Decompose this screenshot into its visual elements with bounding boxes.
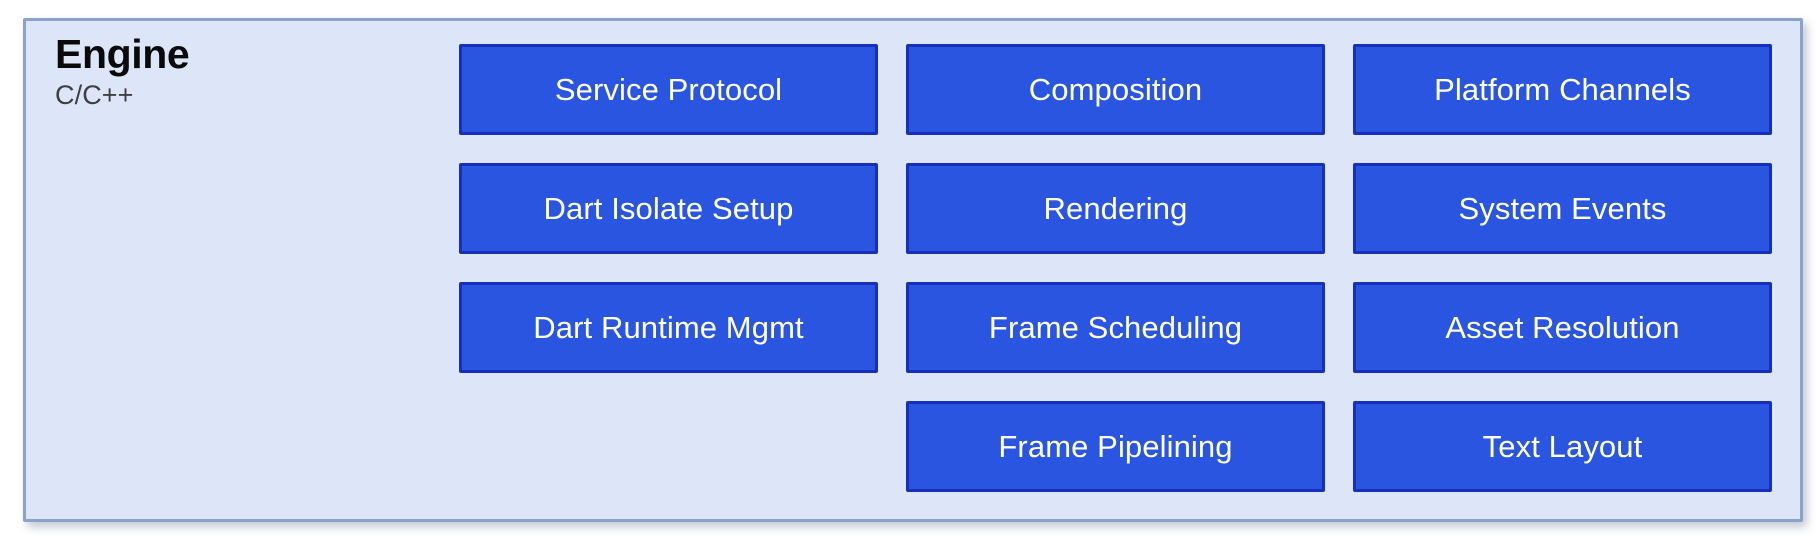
module-box-rendering[interactable]: Rendering [906,163,1325,254]
module-box-system-events[interactable]: System Events [1353,163,1772,254]
diagram-root: Engine C/C++ Service Protocol Dart Isola… [0,0,1816,542]
module-column-2: Composition Rendering Frame Scheduling F… [906,44,1325,492]
module-column-1: Service Protocol Dart Isolate Setup Dart… [459,44,878,492]
module-box-asset-resolution[interactable]: Asset Resolution [1353,282,1772,373]
module-box-platform-channels[interactable]: Platform Channels [1353,44,1772,135]
panel-title: Engine [55,31,190,77]
module-box-frame-pipelining[interactable]: Frame Pipelining [906,401,1325,492]
module-box-text-layout[interactable]: Text Layout [1353,401,1772,492]
engine-label-group: Engine C/C++ [55,33,435,111]
module-box-composition[interactable]: Composition [906,44,1325,135]
panel-subtitle: C/C++ [55,79,134,110]
module-box-frame-scheduling[interactable]: Frame Scheduling [906,282,1325,373]
module-column-3: Platform Channels System Events Asset Re… [1353,44,1772,492]
engine-panel: Engine C/C++ Service Protocol Dart Isola… [23,18,1803,522]
module-box-dart-isolate-setup[interactable]: Dart Isolate Setup [459,163,878,254]
module-box-dart-runtime-mgmt[interactable]: Dart Runtime Mgmt [459,282,878,373]
module-box-service-protocol[interactable]: Service Protocol [459,44,878,135]
module-columns: Service Protocol Dart Isolate Setup Dart… [459,44,1772,492]
